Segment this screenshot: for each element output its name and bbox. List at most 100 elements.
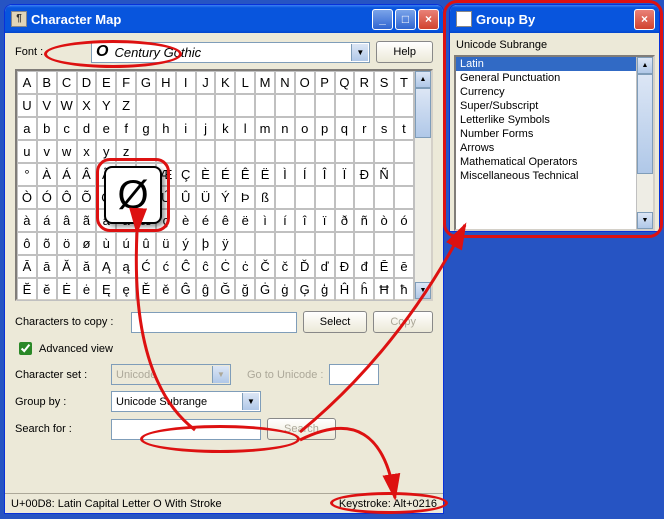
char-cell[interactable]: Ë	[255, 163, 275, 186]
char-cell[interactable]	[354, 140, 374, 163]
char-cell[interactable]: ā	[37, 255, 57, 278]
scroll-up-icon[interactable]: ▲	[637, 57, 653, 74]
char-cell[interactable]	[394, 163, 414, 186]
advanced-view-checkbox[interactable]	[19, 342, 32, 355]
close-button[interactable]: ×	[418, 9, 439, 30]
char-cell[interactable]: n	[275, 117, 295, 140]
char-cell[interactable]: ĥ	[354, 278, 374, 301]
char-cell[interactable]: Ò	[17, 186, 37, 209]
char-cell[interactable]: D	[77, 71, 97, 94]
char-cell[interactable]: ě	[156, 278, 176, 301]
char-cell[interactable]: ï	[315, 209, 335, 232]
char-cell[interactable]: Ē	[374, 255, 394, 278]
char-cell[interactable]	[275, 232, 295, 255]
char-cell[interactable]	[315, 94, 335, 117]
char-cell[interactable]	[394, 232, 414, 255]
char-cell[interactable]: ē	[394, 255, 414, 278]
scroll-down-icon[interactable]: ▼	[637, 212, 653, 229]
char-cell[interactable]	[394, 140, 414, 163]
char-cell[interactable]: ì	[255, 209, 275, 232]
char-cell[interactable]: q	[335, 117, 355, 140]
char-cell[interactable]: y	[96, 140, 116, 163]
char-cell[interactable]: v	[37, 140, 57, 163]
char-cell[interactable]: Č	[255, 255, 275, 278]
char-cell[interactable]	[354, 94, 374, 117]
char-cell[interactable]: à	[17, 209, 37, 232]
char-cell[interactable]: Ô	[57, 186, 77, 209]
list-item[interactable]: General Punctuation	[456, 71, 636, 85]
char-cell[interactable]: Ç	[176, 163, 196, 186]
char-cell[interactable]: ý	[176, 232, 196, 255]
char-cell[interactable]	[196, 94, 216, 117]
char-cell[interactable]: Ý	[215, 186, 235, 209]
char-cell[interactable]: C	[57, 71, 77, 94]
char-cell[interactable]: d	[77, 117, 97, 140]
char-cell[interactable]: S	[374, 71, 394, 94]
char-cell[interactable]	[156, 140, 176, 163]
char-cell[interactable]: O	[295, 71, 315, 94]
char-cell[interactable]	[295, 140, 315, 163]
char-cell[interactable]: Ü	[196, 186, 216, 209]
char-cell[interactable]: ħ	[394, 278, 414, 301]
char-cell[interactable]: ĕ	[37, 278, 57, 301]
char-cell[interactable]: H	[156, 71, 176, 94]
char-cell[interactable]: i	[176, 117, 196, 140]
char-cell[interactable]	[215, 140, 235, 163]
char-cell[interactable]: M	[255, 71, 275, 94]
char-cell[interactable]: č	[275, 255, 295, 278]
char-cell[interactable]: Z	[116, 94, 136, 117]
char-cell[interactable]: U	[17, 94, 37, 117]
char-cell[interactable]	[374, 140, 394, 163]
char-cell[interactable]: Ĕ	[17, 278, 37, 301]
char-cell[interactable]: K	[215, 71, 235, 94]
char-cell[interactable]: ñ	[354, 209, 374, 232]
list-item[interactable]: Super/Subscript	[456, 99, 636, 113]
characters-to-copy-input[interactable]	[131, 312, 297, 333]
char-cell[interactable]: þ	[196, 232, 216, 255]
char-cell[interactable]: ĉ	[196, 255, 216, 278]
char-cell[interactable]: R	[354, 71, 374, 94]
char-cell[interactable]	[374, 186, 394, 209]
char-cell[interactable]	[255, 140, 275, 163]
scroll-thumb[interactable]	[415, 88, 431, 138]
char-cell[interactable]: Ì	[275, 163, 295, 186]
char-cell[interactable]	[176, 94, 196, 117]
char-cell[interactable]: k	[215, 117, 235, 140]
char-cell[interactable]: u	[17, 140, 37, 163]
char-cell[interactable]: á	[37, 209, 57, 232]
char-cell[interactable]: è	[176, 209, 196, 232]
char-cell[interactable]: W	[57, 94, 77, 117]
char-cell[interactable]: ğ	[235, 278, 255, 301]
char-cell[interactable]	[176, 140, 196, 163]
char-cell[interactable]	[335, 186, 355, 209]
list-scrollbar[interactable]: ▲ ▼	[636, 57, 653, 229]
char-cell[interactable]: P	[315, 71, 335, 94]
char-cell[interactable]: Ĝ	[176, 278, 196, 301]
char-cell[interactable]: a	[17, 117, 37, 140]
char-cell[interactable]: b	[37, 117, 57, 140]
char-cell[interactable]: À	[37, 163, 57, 186]
titlebar[interactable]: Group By ×	[450, 5, 659, 33]
char-cell[interactable]: Ď	[295, 255, 315, 278]
char-cell[interactable]: Ï	[335, 163, 355, 186]
char-cell[interactable]: ó	[394, 209, 414, 232]
close-button[interactable]: ×	[634, 9, 655, 30]
char-cell[interactable]: Ð	[354, 163, 374, 186]
char-cell[interactable]: Ą	[96, 255, 116, 278]
char-cell[interactable]: s	[374, 117, 394, 140]
char-cell[interactable]: F	[116, 71, 136, 94]
char-cell[interactable]: h	[156, 117, 176, 140]
char-cell[interactable]: ð	[335, 209, 355, 232]
scroll-thumb[interactable]	[637, 74, 653, 174]
char-cell[interactable]	[374, 94, 394, 117]
char-cell[interactable]: Ā	[17, 255, 37, 278]
font-dropdown[interactable]: O Century Gothic ▼	[91, 42, 370, 63]
char-cell[interactable]	[354, 186, 374, 209]
char-cell[interactable]	[156, 94, 176, 117]
char-cell[interactable]: ģ	[315, 278, 335, 301]
char-cell[interactable]	[394, 186, 414, 209]
char-cell[interactable]: z	[116, 140, 136, 163]
char-cell[interactable]: T	[394, 71, 414, 94]
char-cell[interactable]	[235, 140, 255, 163]
char-cell[interactable]	[255, 94, 275, 117]
